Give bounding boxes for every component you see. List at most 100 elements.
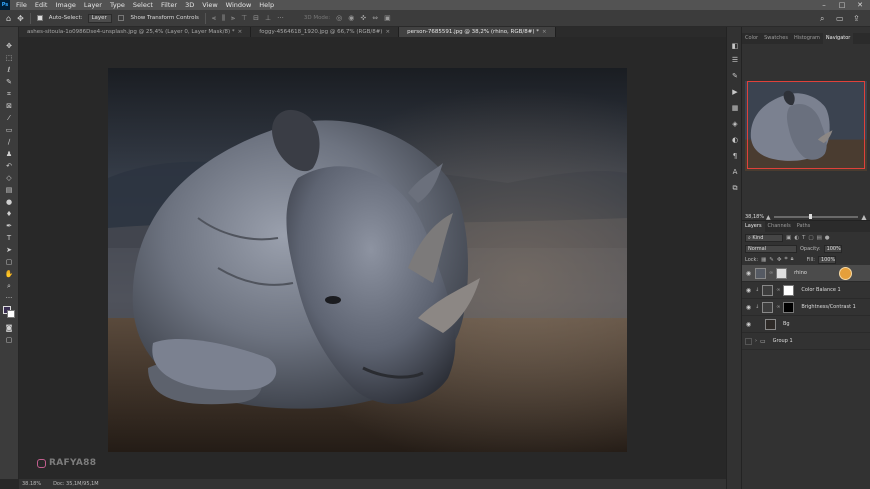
share-icon[interactable]: ⇪: [853, 14, 860, 23]
libraries-panel-icon[interactable]: ▦: [730, 103, 740, 113]
lock-transparent-icon[interactable]: ▦: [761, 257, 766, 263]
filter-pixel-icon[interactable]: ▣: [786, 235, 791, 241]
lock-artboard-icon[interactable]: ⌗: [785, 256, 788, 263]
filter-smart-icon[interactable]: ▤: [817, 235, 822, 241]
layer-row-bg[interactable]: ◉ Bg: [742, 316, 870, 333]
layer-name[interactable]: Brightness/Contrast 1: [801, 304, 855, 310]
link-chain-icon[interactable]: ∞: [776, 304, 780, 310]
move-tool-icon[interactable]: ✥: [17, 14, 24, 23]
visibility-eye-icon[interactable]: ◉: [745, 287, 752, 294]
auto-select-dropdown[interactable]: Layer: [88, 13, 113, 23]
menu-file[interactable]: File: [16, 1, 27, 9]
3d-pan-icon[interactable]: ✜: [360, 14, 366, 22]
brush-tool-icon[interactable]: ∕: [4, 137, 14, 147]
opacity-input[interactable]: 100%: [823, 244, 842, 253]
layer-mask-thumbnail[interactable]: [783, 284, 795, 296]
adjustment-thumbnail-icon[interactable]: [762, 301, 774, 313]
3d-slide-icon[interactable]: ⇔: [372, 14, 378, 22]
tab-swatches[interactable]: Swatches: [761, 33, 791, 44]
properties-panel-icon[interactable]: ☰: [730, 55, 740, 65]
layer-mask-thumbnail[interactable]: [783, 301, 795, 313]
layer-kind-filter[interactable]: ⌕ Kind: [745, 233, 783, 242]
canvas-area[interactable]: RAFYA88: [19, 37, 726, 479]
home-icon[interactable]: ⌂: [6, 14, 11, 23]
menu-select[interactable]: Select: [133, 1, 153, 9]
layer-name[interactable]: Group 1: [773, 338, 793, 344]
navigator-view-box[interactable]: [747, 81, 865, 169]
3d-roll-icon[interactable]: ◉: [348, 14, 354, 22]
more-options-icon[interactable]: ···: [277, 14, 284, 22]
background-color-swatch[interactable]: [7, 310, 15, 318]
more-tools-icon[interactable]: ···: [4, 293, 14, 303]
layer-row-color-balance[interactable]: ◉ ↓ ∞ Color Balance 1: [742, 282, 870, 299]
photoshop-logo-icon[interactable]: Ps: [0, 0, 10, 10]
layer-row-brightness-contrast[interactable]: ◉ ↓ ∞ Brightness/Contrast 1: [742, 299, 870, 316]
layer-mask-thumbnail[interactable]: [776, 267, 788, 279]
clone-stamp-tool-icon[interactable]: ♟: [4, 149, 14, 159]
layer-comps-panel-icon[interactable]: ⧉: [730, 183, 740, 193]
menu-3d[interactable]: 3D: [185, 1, 194, 9]
filter-adjustment-icon[interactable]: ◐: [794, 235, 799, 241]
history-panel-icon[interactable]: ◧: [730, 41, 740, 51]
tab-document-1[interactable]: ashes-sitoula-1o0986Dse4-unsplash.jpg @ …: [19, 27, 252, 37]
tab-layers[interactable]: Layers: [742, 221, 765, 232]
link-chain-icon[interactable]: ∞: [776, 287, 780, 293]
character-panel-icon[interactable]: A: [730, 167, 740, 177]
3d-orbit-icon[interactable]: ◎: [336, 14, 342, 22]
workspace-icon[interactable]: ▭: [836, 14, 844, 23]
history-brush-tool-icon[interactable]: ↶: [4, 161, 14, 171]
blend-mode-select[interactable]: Normal: [745, 244, 797, 253]
quick-select-tool-icon[interactable]: ✎: [4, 77, 14, 87]
document-canvas[interactable]: [108, 68, 627, 452]
crop-tool-icon[interactable]: ⌗: [4, 89, 14, 99]
menu-edit[interactable]: Edit: [35, 1, 48, 9]
filter-toggle-icon[interactable]: ●: [825, 235, 830, 241]
paragraph-panel-icon[interactable]: ¶: [730, 151, 740, 161]
visibility-eye-icon[interactable]: ◉: [745, 304, 752, 311]
align-center-icon[interactable]: ⫼: [222, 14, 225, 23]
dodge-tool-icon[interactable]: ♦: [4, 209, 14, 219]
3d-panel-icon[interactable]: ◈: [730, 119, 740, 129]
search-icon[interactable]: ⌕: [820, 14, 824, 24]
type-tool-icon[interactable]: T: [4, 233, 14, 243]
transform-controls-checkbox[interactable]: [118, 15, 125, 21]
filter-shape-icon[interactable]: ▢: [808, 235, 813, 241]
visibility-hidden-box[interactable]: [745, 337, 752, 345]
adjustment-thumbnail-icon[interactable]: [762, 284, 774, 296]
status-zoom[interactable]: 38.18%: [22, 481, 41, 487]
healing-tool-icon[interactable]: ▭: [4, 125, 14, 135]
eraser-tool-icon[interactable]: ◇: [4, 173, 14, 183]
blur-tool-icon[interactable]: ●: [4, 197, 14, 207]
align-left-icon[interactable]: ⫷: [212, 14, 216, 23]
lock-position-icon[interactable]: ✥: [777, 257, 782, 263]
zoom-tool-icon[interactable]: ⌕: [4, 281, 14, 291]
tab-histogram[interactable]: Histogram: [791, 33, 823, 44]
zoom-slider-knob[interactable]: [808, 214, 812, 219]
info-panel-icon[interactable]: ◐: [730, 135, 740, 145]
menu-filter[interactable]: Filter: [161, 1, 177, 9]
menu-window[interactable]: Window: [226, 1, 252, 9]
align-bottom-icon[interactable]: ⊥: [265, 14, 271, 22]
eyedropper-tool-icon[interactable]: ⁄: [4, 113, 14, 123]
move-tool-icon[interactable]: ✥: [4, 41, 14, 51]
pen-tool-icon[interactable]: ✒: [4, 221, 14, 231]
lock-pixels-icon[interactable]: ✎: [769, 257, 774, 263]
gradient-tool-icon[interactable]: ▤: [4, 185, 14, 195]
close-tab-icon[interactable]: ×: [238, 29, 243, 35]
align-right-icon[interactable]: ⫸: [231, 14, 235, 23]
menu-image[interactable]: Image: [55, 1, 75, 9]
close-tab-icon[interactable]: ×: [542, 29, 547, 35]
actions-panel-icon[interactable]: ▶: [730, 87, 740, 97]
align-top-icon[interactable]: ⊤: [241, 14, 247, 22]
tab-paths[interactable]: Paths: [794, 221, 814, 232]
tab-navigator[interactable]: Navigator: [822, 33, 854, 44]
tab-document-3[interactable]: person-7685591.jpg @ 38,2% (rhino, RGB/8…: [399, 27, 556, 37]
fill-input[interactable]: 100%: [817, 255, 836, 264]
close-icon[interactable]: ✕: [854, 0, 866, 10]
visibility-eye-icon[interactable]: ◉: [745, 321, 752, 328]
menu-help[interactable]: Help: [259, 1, 274, 9]
frame-tool-icon[interactable]: ⊠: [4, 101, 14, 111]
navigator-thumbnail[interactable]: [745, 81, 867, 171]
menu-type[interactable]: Type: [110, 1, 125, 9]
adjustments-panel-icon[interactable]: ✎: [730, 71, 740, 81]
